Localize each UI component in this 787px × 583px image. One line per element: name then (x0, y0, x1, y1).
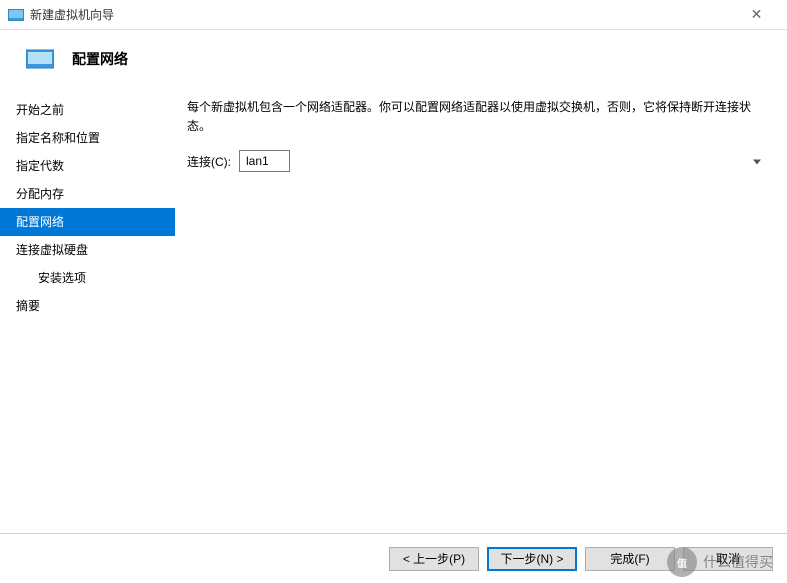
sidebar-item-summary[interactable]: 摘要 (0, 292, 175, 320)
sidebar-item-name-location[interactable]: 指定名称和位置 (0, 124, 175, 152)
sidebar-item-virtual-disk[interactable]: 连接虚拟硬盘 (0, 236, 175, 264)
description-text: 每个新虚拟机包含一个网络适配器。你可以配置网络适配器以使用虚拟交换机，否则，它将… (187, 98, 767, 136)
prev-button[interactable]: < 上一步(P) (389, 547, 479, 571)
sidebar-item-install-options[interactable]: 安装选项 (0, 264, 175, 292)
page-title: 配置网络 (72, 49, 128, 69)
wizard-footer: < 上一步(P) 下一步(N) > 完成(F) 取消 (0, 533, 787, 583)
sidebar-item-network[interactable]: 配置网络 (0, 208, 175, 236)
connection-select[interactable]: lan1 (239, 150, 290, 172)
wizard-steps-sidebar: 开始之前 指定名称和位置 指定代数 分配内存 配置网络 连接虚拟硬盘 安装选项 … (0, 88, 175, 531)
window-title: 新建虚拟机向导 (30, 6, 734, 23)
connection-label: 连接(C): (187, 153, 231, 170)
main-content: 每个新虚拟机包含一个网络适配器。你可以配置网络适配器以使用虚拟交换机，否则，它将… (175, 88, 787, 531)
close-icon[interactable]: ✕ (734, 0, 779, 30)
app-icon (8, 7, 24, 23)
cancel-button[interactable]: 取消 (683, 547, 773, 571)
sidebar-item-memory[interactable]: 分配内存 (0, 180, 175, 208)
finish-button[interactable]: 完成(F) (585, 547, 675, 571)
next-button[interactable]: 下一步(N) > (487, 547, 577, 571)
sidebar-item-generation[interactable]: 指定代数 (0, 152, 175, 180)
sidebar-item-before-begin[interactable]: 开始之前 (0, 96, 175, 124)
wizard-icon (26, 48, 54, 70)
